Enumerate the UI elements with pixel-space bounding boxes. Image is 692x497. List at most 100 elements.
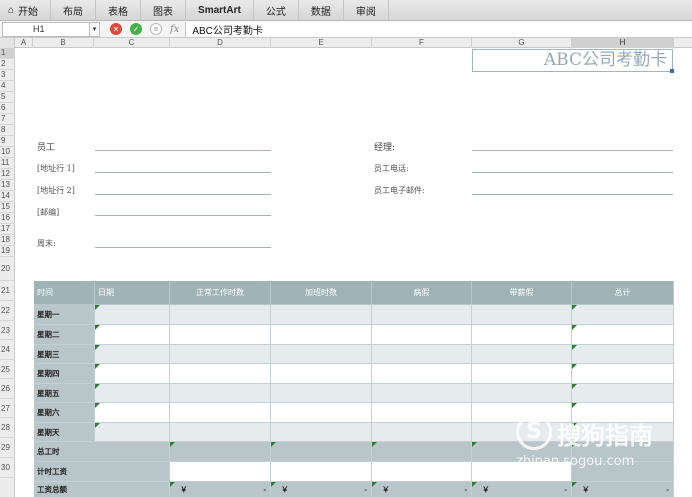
row-header[interactable]: 1 xyxy=(0,48,15,59)
overtime-cell[interactable] xyxy=(271,325,372,345)
confirm-icon[interactable]: ✓ xyxy=(130,23,142,35)
tab-data[interactable]: 数据 xyxy=(299,0,344,21)
postcode-field[interactable] xyxy=(95,215,271,216)
phone-field[interactable] xyxy=(472,172,673,173)
sick-leave-cell[interactable] xyxy=(372,384,472,403)
column-header-c[interactable]: C xyxy=(94,38,170,48)
address1-field[interactable] xyxy=(95,172,271,173)
pay-overtime-cell[interactable]: ￥ - xyxy=(271,482,372,497)
row-header[interactable]: 6 xyxy=(0,103,15,114)
sick-leave-cell[interactable] xyxy=(372,305,472,325)
row-header[interactable]: 13 xyxy=(0,180,15,191)
paid-leave-cell[interactable] xyxy=(472,305,572,325)
wage-overtime-cell[interactable] xyxy=(271,462,372,482)
regular-hours-cell[interactable] xyxy=(170,305,271,325)
row-header[interactable]: 9 xyxy=(0,136,15,147)
total-cell[interactable] xyxy=(572,345,674,364)
header-total[interactable]: 总计 xyxy=(572,281,674,305)
row-header[interactable]: 26 xyxy=(0,379,15,399)
date-cell[interactable] xyxy=(95,403,170,423)
overtime-cell[interactable] xyxy=(271,345,372,364)
employee-field[interactable] xyxy=(95,150,271,151)
name-box-stepper-icon[interactable]: ▾ xyxy=(90,21,100,37)
sick-leave-cell[interactable] xyxy=(372,325,472,345)
tab-smartart[interactable]: SmartArt xyxy=(186,0,254,21)
total-pay-label[interactable]: 工资总额 xyxy=(34,482,170,497)
day-cell[interactable]: 星期五 xyxy=(34,384,95,403)
week-end-field[interactable] xyxy=(95,247,271,248)
day-cell[interactable]: 星期一 xyxy=(34,305,95,325)
row-header[interactable]: 2 xyxy=(0,59,15,70)
sick-leave-cell[interactable] xyxy=(372,345,472,364)
day-cell[interactable]: 星期天 xyxy=(34,423,95,442)
header-sick-leave[interactable]: 病假 xyxy=(372,281,472,305)
row-header[interactable]: 18 xyxy=(0,235,15,246)
total-regular-cell[interactable] xyxy=(170,442,271,462)
column-header-e[interactable]: E xyxy=(271,38,372,48)
column-header-d[interactable]: D xyxy=(170,38,271,48)
name-box[interactable]: H1 xyxy=(2,21,90,37)
day-cell[interactable]: 星期四 xyxy=(34,364,95,384)
pay-total-cell[interactable]: ￥ - xyxy=(572,482,674,497)
paid-leave-cell[interactable] xyxy=(472,345,572,364)
regular-hours-cell[interactable] xyxy=(170,423,271,442)
regular-hours-cell[interactable] xyxy=(170,384,271,403)
row-header[interactable]: 14 xyxy=(0,191,15,202)
date-cell[interactable] xyxy=(95,423,170,442)
regular-hours-cell[interactable] xyxy=(170,325,271,345)
sick-leave-cell[interactable] xyxy=(372,364,472,384)
date-cell[interactable] xyxy=(95,325,170,345)
row-header[interactable]: 19 xyxy=(0,246,15,257)
equals-icon[interactable]: = xyxy=(150,23,162,35)
select-all-corner[interactable] xyxy=(0,38,15,48)
row-header[interactable]: 5 xyxy=(0,92,15,103)
row-header[interactable]: 30 xyxy=(0,458,15,478)
manager-field[interactable] xyxy=(472,150,673,151)
row-header[interactable]: 27 xyxy=(0,399,15,418)
regular-hours-cell[interactable] xyxy=(170,345,271,364)
fill-handle[interactable] xyxy=(670,69,674,73)
tab-home[interactable]: ⌂ 开始 xyxy=(0,0,52,21)
tab-tables[interactable]: 表格 xyxy=(96,0,142,21)
row-header[interactable]: 17 xyxy=(0,224,15,235)
tab-charts[interactable]: 图表 xyxy=(141,0,187,21)
date-cell[interactable] xyxy=(95,364,170,384)
row-header[interactable]: 24 xyxy=(0,340,15,360)
header-overtime[interactable]: 加班时数 xyxy=(271,281,372,305)
column-header-g[interactable]: G xyxy=(472,38,572,48)
row-header[interactable]: 8 xyxy=(0,125,15,136)
regular-hours-cell[interactable] xyxy=(170,364,271,384)
tab-formulas[interactable]: 公式 xyxy=(254,0,299,21)
date-cell[interactable] xyxy=(95,345,170,364)
row-header[interactable]: 28 xyxy=(0,418,15,438)
row-header[interactable]: 22 xyxy=(0,301,15,321)
paid-leave-cell[interactable] xyxy=(472,364,572,384)
function-icon[interactable]: fx xyxy=(170,24,179,35)
formula-input[interactable]: ABC公司考勤卡 xyxy=(185,21,692,37)
email-field[interactable] xyxy=(472,194,673,195)
sick-leave-cell[interactable] xyxy=(372,403,472,423)
overtime-cell[interactable] xyxy=(271,403,372,423)
paid-leave-cell[interactable] xyxy=(472,325,572,345)
total-overtime-cell[interactable] xyxy=(271,442,372,462)
row-header[interactable]: 3 xyxy=(0,70,15,81)
overtime-cell[interactable] xyxy=(271,364,372,384)
row-header[interactable]: 4 xyxy=(0,81,15,92)
pay-paid-cell[interactable]: ￥ - xyxy=(472,482,572,497)
header-paid-leave[interactable]: 带薪假 xyxy=(472,281,572,305)
paid-leave-cell[interactable] xyxy=(472,384,572,403)
total-cell[interactable] xyxy=(572,364,674,384)
column-header-f[interactable]: F xyxy=(372,38,472,48)
total-cell[interactable] xyxy=(572,305,674,325)
row-header[interactable]: 29 xyxy=(0,438,15,458)
date-cell[interactable] xyxy=(95,384,170,403)
overtime-cell[interactable] xyxy=(271,423,372,442)
row-header[interactable]: 23 xyxy=(0,321,15,340)
total-hours-label[interactable]: 总工时 xyxy=(34,442,170,462)
row-header[interactable]: 10 xyxy=(0,147,15,158)
column-header-b[interactable]: B xyxy=(33,38,94,48)
row-header[interactable]: 15 xyxy=(0,202,15,213)
sick-leave-cell[interactable] xyxy=(372,423,472,442)
overtime-cell[interactable] xyxy=(271,384,372,403)
row-header[interactable]: 12 xyxy=(0,169,15,180)
